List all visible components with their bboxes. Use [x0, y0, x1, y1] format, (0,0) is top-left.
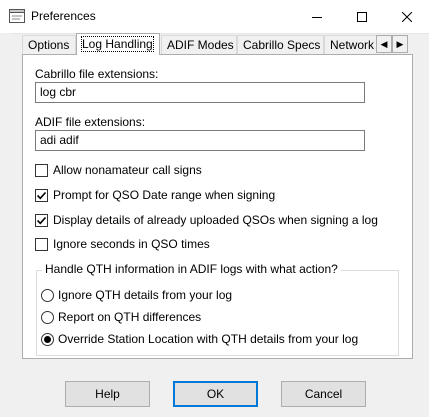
radio-selected-icon: [41, 332, 54, 346]
checkbox-label: Display details of already uploaded QSOs…: [53, 213, 378, 227]
radio-override-qth[interactable]: Override Station Location with QTH detai…: [41, 332, 358, 346]
chevron-left-icon: ◀: [380, 38, 388, 49]
checkbox-label: Ignore seconds in QSO times: [53, 237, 210, 251]
tab-scroll-left-button[interactable]: ◀: [376, 35, 392, 53]
tab-adif-modes[interactable]: ADIF Modes: [161, 35, 237, 54]
checkmark-icon: [35, 213, 48, 227]
window-title: Preferences: [31, 9, 96, 23]
maximize-button[interactable]: [339, 0, 384, 33]
tab-scroll-right-button[interactable]: ▶: [392, 35, 408, 53]
tab-network[interactable]: Network: [324, 35, 384, 54]
close-button[interactable]: [384, 0, 429, 33]
maximize-icon: [356, 11, 367, 22]
checkbox-unchecked-icon: [35, 163, 48, 177]
tab-bar: Options Log Handling ADIF Modes Cabrillo…: [22, 33, 412, 56]
prompt-date-range-checkbox[interactable]: Prompt for QSO Date range when signing: [35, 188, 275, 202]
checkbox-unchecked-icon: [35, 237, 48, 251]
app-icon: [9, 9, 25, 23]
ignore-seconds-checkbox[interactable]: Ignore seconds in QSO times: [35, 237, 210, 251]
display-uploaded-details-checkbox[interactable]: Display details of already uploaded QSOs…: [35, 213, 378, 227]
cancel-button[interactable]: Cancel: [281, 381, 366, 407]
cabrillo-extensions-label: Cabrillo file extensions:: [35, 67, 159, 81]
tab-options[interactable]: Options: [22, 35, 76, 54]
log-handling-panel: Cabrillo file extensions: log cbr ADIF f…: [22, 54, 413, 359]
checkbox-label: Allow nonamateur call signs: [53, 163, 202, 177]
radio-label: Ignore QTH details from your log: [58, 288, 233, 302]
tab-cabrillo-specs[interactable]: Cabrillo Specs: [237, 35, 324, 54]
adif-extensions-input[interactable]: adi adif: [35, 130, 365, 151]
radio-report-qth[interactable]: Report on QTH differences: [41, 310, 201, 324]
tab-label: Network: [330, 38, 375, 52]
cabrillo-extensions-input[interactable]: log cbr: [35, 82, 365, 103]
tab-log-handling[interactable]: Log Handling: [76, 33, 160, 55]
tab-label: Options: [28, 38, 70, 52]
checkbox-label: Prompt for QSO Date range when signing: [53, 188, 276, 202]
radio-label: Report on QTH differences: [58, 310, 202, 324]
help-button[interactable]: Help: [65, 381, 150, 407]
tab-label: Cabrillo Specs: [243, 38, 321, 52]
preferences-dialog: Preferences Options Log Handling ADIF Mo…: [0, 0, 429, 417]
radio-unselected-icon: [41, 288, 54, 302]
window-frame-left: [0, 33, 11, 417]
chevron-right-icon: ▶: [396, 38, 404, 49]
tab-scroll-buttons: ◀ ▶: [376, 35, 408, 53]
radio-unselected-icon: [41, 310, 54, 324]
tab-label: ADIF Modes: [167, 38, 234, 52]
ok-button[interactable]: OK: [173, 381, 258, 407]
minimize-button[interactable]: [294, 0, 339, 33]
adif-extensions-label: ADIF file extensions:: [35, 115, 146, 129]
checkmark-icon: [35, 188, 48, 202]
allow-nonamateur-checkbox[interactable]: Allow nonamateur call signs: [35, 163, 202, 177]
minimize-icon: [311, 16, 322, 18]
radio-label: Override Station Location with QTH detai…: [58, 332, 359, 346]
close-icon: [401, 11, 412, 22]
title-bar[interactable]: Preferences: [0, 0, 429, 34]
qth-group-title: Handle QTH information in ADIF logs with…: [42, 262, 341, 276]
radio-ignore-qth[interactable]: Ignore QTH details from your log: [41, 288, 232, 302]
tab-label: Log Handling: [81, 36, 154, 52]
